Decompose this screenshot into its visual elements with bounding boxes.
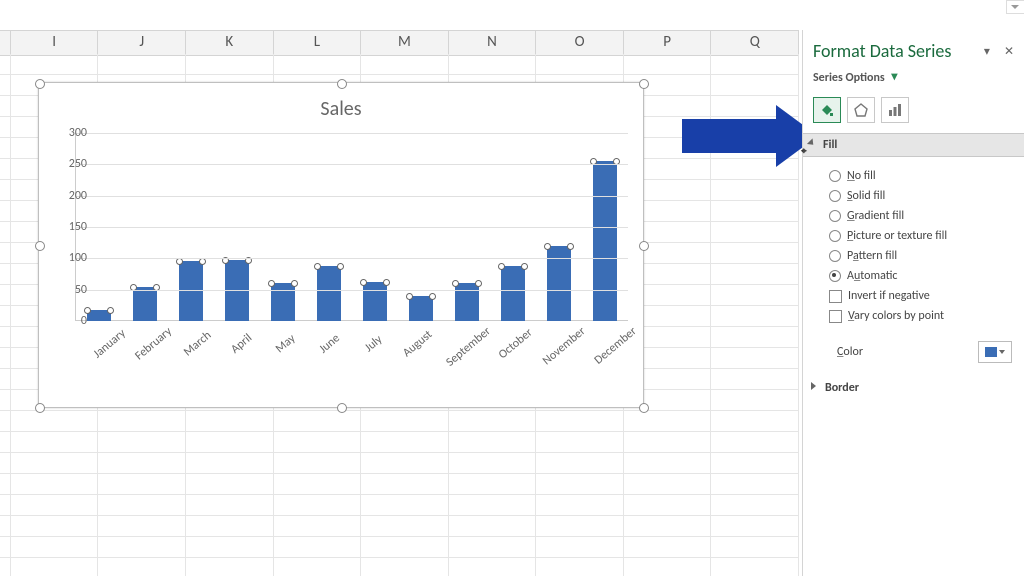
gradient-fill-radio[interactable]: Gradient fill [829,209,1016,223]
data-point[interactable] [547,246,571,321]
data-point[interactable] [409,296,433,321]
picture-fill-radio[interactable]: Picture or texture fill [829,229,1016,243]
selection-handle[interactable] [337,79,347,89]
automatic-fill-radio[interactable]: Automatic [829,269,1016,283]
invert-if-negative-checkbox[interactable]: Invert if negative [829,289,1016,303]
column-header[interactable]: Q [711,31,799,55]
column-header[interactable]: O [536,31,624,55]
data-point[interactable] [133,287,157,321]
series-options-tab-icon[interactable] [881,97,909,123]
selection-handle[interactable] [35,241,45,251]
category-axis-labels[interactable]: JanuaryFebruaryMarchAprilMayJuneJulyAugu… [75,327,627,341]
scroll-down-icon[interactable] [1006,0,1024,14]
category-label[interactable]: April [221,324,264,363]
selection-handle[interactable] [639,241,649,251]
fill-color-label: Color [837,345,863,359]
y-axis-tick-label: 250 [57,157,87,171]
y-axis-tick-label: 100 [57,251,87,265]
cursor-icon: ⌖ [801,144,807,157]
effects-tab-icon[interactable] [847,97,875,123]
y-axis-tick-label: 50 [57,283,87,297]
column-header-row: IJKLMNOPQ [0,30,799,56]
fill-color-picker[interactable] [978,341,1012,363]
column-header[interactable]: I [11,31,99,55]
column-header[interactable]: M [361,31,449,55]
category-label[interactable]: December [591,324,639,367]
data-point[interactable] [317,266,341,321]
y-axis-tick-label: 150 [57,220,87,234]
y-axis-tick-label: 200 [57,189,87,203]
chart-object[interactable]: Sales JanuaryFebruaryMarchAprilMayJuneJu… [38,82,644,408]
category-label[interactable]: June [309,324,352,363]
category-label[interactable]: October [495,324,538,363]
selection-handle[interactable] [639,403,649,413]
data-point[interactable] [87,310,111,321]
pattern-fill-radio[interactable]: Pattern fill [829,249,1016,263]
data-point[interactable] [593,161,617,321]
plot-area[interactable] [75,133,628,321]
category-label[interactable]: August [397,324,440,363]
category-label[interactable]: July [353,324,396,363]
vary-colors-checkbox[interactable]: Vary colors by point [829,309,1016,323]
border-section-header[interactable]: Border [803,377,1024,399]
column-header[interactable]: N [449,31,537,55]
gridline [76,290,628,291]
selection-handle[interactable] [35,79,45,89]
selection-handle[interactable] [337,403,347,413]
category-label[interactable]: May [265,324,308,363]
fill-options: No fill Solid fill Gradient fill Picture… [803,157,1024,335]
y-axis-tick-label: 300 [57,126,87,140]
category-label[interactable]: September [443,324,493,369]
column-header[interactable]: K [186,31,274,55]
data-point[interactable] [363,282,387,321]
chart-title[interactable]: Sales [39,97,643,121]
category-label[interactable]: November [540,324,588,368]
expand-triangle-icon [811,382,816,390]
selection-handle[interactable] [35,403,45,413]
task-pane-options-icon[interactable]: ▾ [984,44,990,59]
selection-handle[interactable] [639,79,649,89]
solid-fill-radio[interactable]: Solid fill [829,189,1016,203]
data-point[interactable] [179,261,203,321]
gridline [76,227,628,228]
paint-bucket-icon [985,347,997,357]
category-label[interactable]: February [132,324,175,363]
select-all-corner[interactable] [0,31,11,55]
gridline [76,258,628,259]
pane-title: Format Data Series [813,40,951,62]
format-data-series-pane: Format Data Series ▾ ✕ Series Options ▾ [802,30,1024,576]
y-axis-tick-label: 0 [57,314,87,328]
fill-section-header[interactable]: Fill ⌖ [803,133,1024,157]
column-header[interactable]: L [274,31,362,55]
no-fill-radio[interactable]: No fill [829,169,1016,183]
expand-triangle-icon [807,138,816,147]
column-header[interactable]: P [624,31,712,55]
category-label[interactable]: January [88,324,131,363]
series-options-dropdown[interactable]: Series Options ▾ [813,71,897,85]
gridline [76,196,628,197]
chevron-down-icon [999,350,1005,354]
data-point[interactable] [501,266,525,321]
gridline [76,164,628,165]
column-header[interactable]: J [98,31,186,55]
gridline [76,133,628,134]
chevron-down-icon: ▾ [891,69,897,84]
close-pane-icon[interactable]: ✕ [1004,44,1014,59]
category-label[interactable]: March [176,324,219,363]
fill-and-line-tab-icon[interactable] [813,97,841,123]
